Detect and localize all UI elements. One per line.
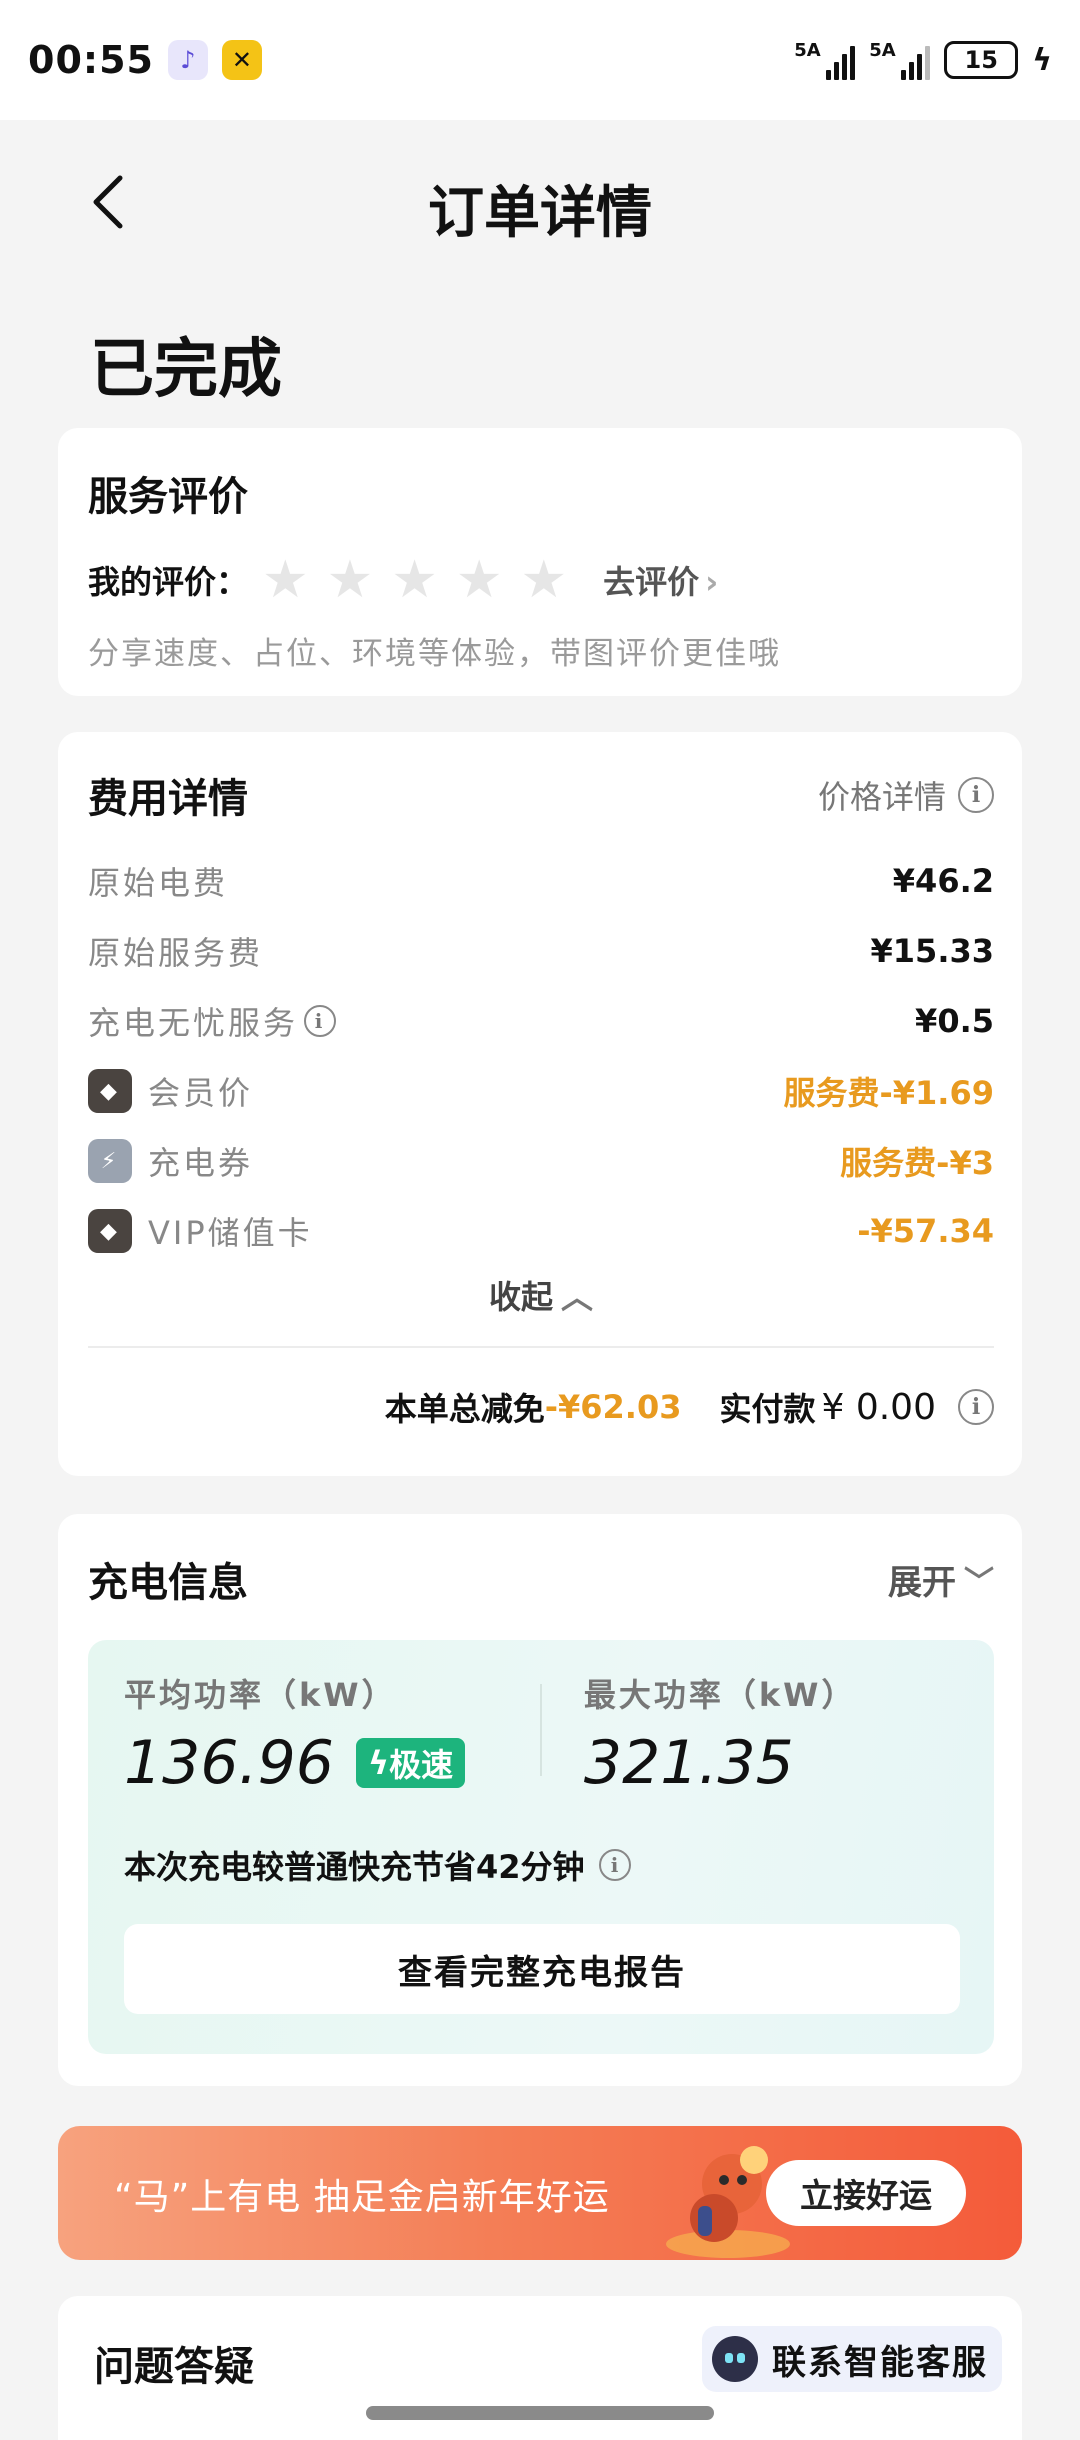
- expand-button[interactable]: 展开 ﹀: [888, 1555, 994, 1604]
- contact-support-button[interactable]: 联系智能客服: [702, 2326, 1002, 2392]
- status-bar: 00:55 ♪ ✕ 5A 5A 15 ϟ: [0, 0, 1080, 120]
- total-discount-value: -¥62.03: [544, 1388, 682, 1426]
- page-title: 订单详情: [428, 181, 652, 246]
- service-review-card: 服务评价 我的评价： ★ ★ ★ ★ ★ 去评价 › 分享速度、占位、环境等体验，…: [58, 428, 1022, 696]
- vip-card-icon: ◆: [88, 1209, 132, 1253]
- collapse-button[interactable]: 收起 ︿: [88, 1272, 994, 1332]
- max-power: 最大功率（kW） 321.35: [540, 1670, 960, 1798]
- charge-title: 充电信息: [88, 1560, 248, 1606]
- robot-icon: [712, 2336, 758, 2382]
- total-discount-label: 本单总减免: [384, 1390, 545, 1428]
- star-icon[interactable]: ★: [262, 554, 309, 606]
- avg-power: 平均功率（kW） 136.96 ϟ 极速: [124, 1670, 540, 1798]
- avg-power-label: 平均功率（kW）: [124, 1676, 397, 1714]
- max-power-label: 最大功率（kW）: [583, 1676, 857, 1714]
- review-hint: 分享速度、占位、环境等体验，带图评价更佳哦: [88, 636, 781, 672]
- member-badge-icon: ◆: [88, 1069, 132, 1113]
- header: 订单详情: [0, 140, 1080, 260]
- my-review-row: 我的评价： ★ ★ ★ ★ ★ 去评价 ›: [88, 554, 992, 606]
- view-report-button[interactable]: 查看完整充电报告: [124, 1924, 960, 2014]
- status-indicators: 5A 5A 15 ϟ: [794, 40, 1052, 80]
- power-metrics: 平均功率（kW） 136.96 ϟ 极速 最大功率（kW） 321.35: [124, 1670, 960, 1798]
- battery-level: 15: [964, 46, 998, 74]
- qa-title: 问题答疑: [94, 2344, 254, 2390]
- review-title: 服务评价: [88, 474, 248, 520]
- time-saved-text: 本次充电较普通快充节省42分钟 i: [124, 1842, 960, 1888]
- tiktok-icon: ♪: [167, 40, 208, 80]
- max-power-value: 321.35: [583, 1728, 794, 1798]
- status-time: 00:55: [28, 38, 154, 82]
- chevron-right-icon: ›: [705, 563, 719, 601]
- lightning-icon: ϟ: [367, 1744, 390, 1782]
- info-icon[interactable]: i: [304, 1005, 337, 1037]
- fee-row-worry-free: 充电无忧服务 i ¥0.5: [88, 1002, 994, 1042]
- promo-banner[interactable]: “马”上有电 抽足金启新年好运 立接好运: [58, 2126, 1022, 2260]
- star-icon[interactable]: ★: [456, 554, 503, 606]
- info-icon[interactable]: i: [958, 777, 994, 813]
- info-icon[interactable]: i: [958, 1389, 994, 1425]
- charging-info-card: 充电信息 展开 ﹀ 平均功率（kW） 136.96 ϟ 极速 最大功率（kW） 32…: [58, 1514, 1022, 2086]
- chevron-down-icon: ﹀: [964, 1565, 994, 1600]
- fee-row-member-price: ◆ 会员价 服务费-¥1.69: [88, 1056, 994, 1126]
- paid-value: ¥ 0.00: [821, 1386, 936, 1428]
- coupon-icon: ⚡: [88, 1139, 132, 1183]
- go-review-link[interactable]: 去评价 ›: [603, 557, 718, 603]
- star-icon[interactable]: ★: [391, 554, 438, 606]
- signal-icon-2: 5A: [869, 40, 931, 80]
- battery-icon: 15: [944, 41, 1019, 79]
- fee-title: 费用详情: [88, 776, 248, 822]
- fee-row-vip-card: ◆ VIP储值卡 -¥57.34: [88, 1196, 994, 1266]
- charge-panel: 平均功率（kW） 136.96 ϟ 极速 最大功率（kW） 321.35 本次充电…: [88, 1640, 994, 2054]
- total-row: 本单总减免 -¥62.03 实付款 ¥ 0.00 i: [88, 1348, 994, 1466]
- speed-badge: ϟ 极速: [355, 1738, 466, 1788]
- x-app-icon: ✕: [221, 40, 262, 80]
- paid-label: 实付款: [719, 1390, 816, 1428]
- chevron-up-icon: ︿: [561, 1278, 594, 1316]
- star-icon[interactable]: ★: [327, 554, 374, 606]
- info-icon[interactable]: i: [598, 1849, 631, 1881]
- order-status: 已完成: [90, 333, 282, 407]
- charging-icon: ϟ: [1032, 42, 1052, 78]
- fee-row-coupon: ⚡ 充电券 服务费-¥3: [88, 1126, 994, 1196]
- fee-details-card: 费用详情 价格详情 i 原始电费 ¥46.2 原始服务费 ¥15.33 充电无忧…: [58, 732, 1022, 1476]
- banner-text: “马”上有电 抽足金启新年好运: [114, 2177, 610, 2218]
- claim-luck-button[interactable]: 立接好运: [766, 2160, 966, 2226]
- fee-header: 费用详情 价格详情 i: [88, 766, 994, 824]
- signal-icon: 5A: [794, 40, 856, 80]
- avg-power-value: 136.96: [124, 1728, 334, 1798]
- charge-header: 充电信息 展开 ﹀: [88, 1550, 994, 1608]
- qa-header: 问题答疑 联系智能客服: [94, 2326, 1002, 2392]
- fee-row-electricity: 原始电费 ¥46.2: [88, 862, 994, 902]
- home-indicator[interactable]: [366, 2406, 714, 2420]
- fee-row-service: 原始服务费 ¥15.33: [88, 932, 994, 972]
- price-detail-link[interactable]: 价格详情 i: [818, 772, 994, 818]
- fee-list: 原始电费 ¥46.2 原始服务费 ¥15.33 充电无忧服务 i ¥0.5 ◆ 会员…: [88, 846, 994, 1266]
- star-icon[interactable]: ★: [521, 554, 568, 606]
- star-rating[interactable]: ★ ★ ★ ★ ★: [262, 554, 567, 606]
- my-review-label: 我的评价：: [88, 563, 249, 601]
